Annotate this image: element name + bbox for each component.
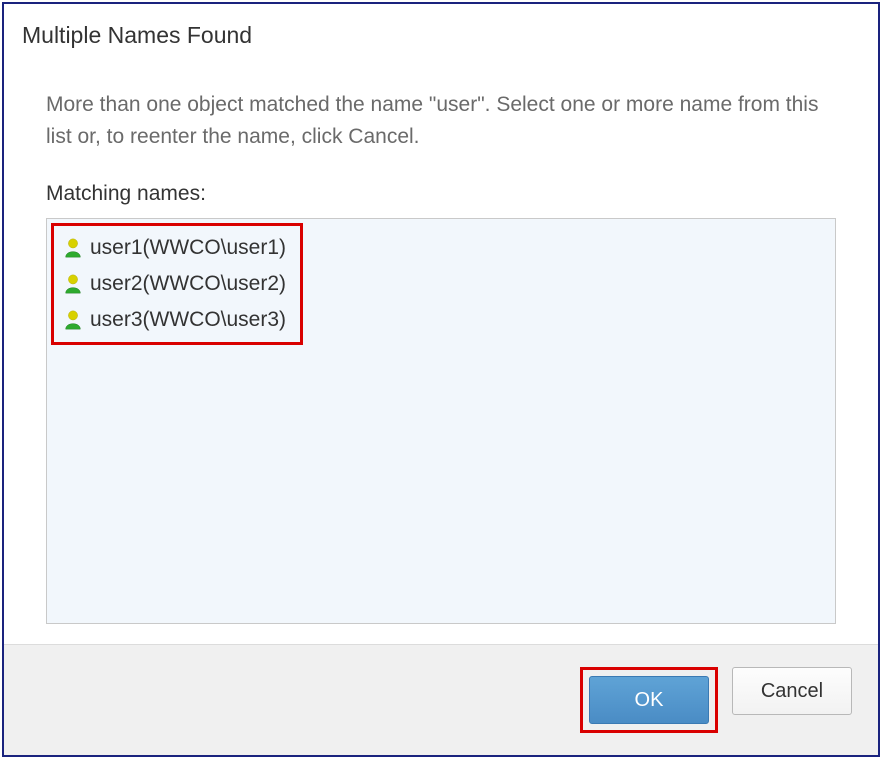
highlight-annotation: user1(WWCO\user1) user2(WWCO\user2) user… (51, 223, 303, 345)
ok-highlight-annotation: OK (580, 667, 718, 733)
multiple-names-dialog: Multiple Names Found More than one objec… (2, 2, 880, 757)
dialog-body: More than one object matched the name "u… (4, 59, 878, 644)
user-icon (62, 309, 84, 331)
list-item[interactable]: user3(WWCO\user3) (58, 302, 290, 338)
instructions-text: More than one object matched the name "u… (46, 89, 836, 152)
cancel-button[interactable]: Cancel (732, 667, 852, 715)
dialog-footer: OK Cancel (4, 644, 878, 755)
list-item-label: user2(WWCO\user2) (90, 272, 286, 296)
list-item-label: user1(WWCO\user1) (90, 236, 286, 260)
list-item-label: user3(WWCO\user3) (90, 308, 286, 332)
ok-button[interactable]: OK (589, 676, 709, 724)
list-item[interactable]: user1(WWCO\user1) (58, 230, 290, 266)
user-icon (62, 237, 84, 259)
list-label: Matching names: (46, 182, 836, 206)
list-item[interactable]: user2(WWCO\user2) (58, 266, 290, 302)
matching-names-list[interactable]: user1(WWCO\user1) user2(WWCO\user2) user… (46, 218, 836, 624)
user-icon (62, 273, 84, 295)
dialog-title: Multiple Names Found (4, 4, 878, 59)
